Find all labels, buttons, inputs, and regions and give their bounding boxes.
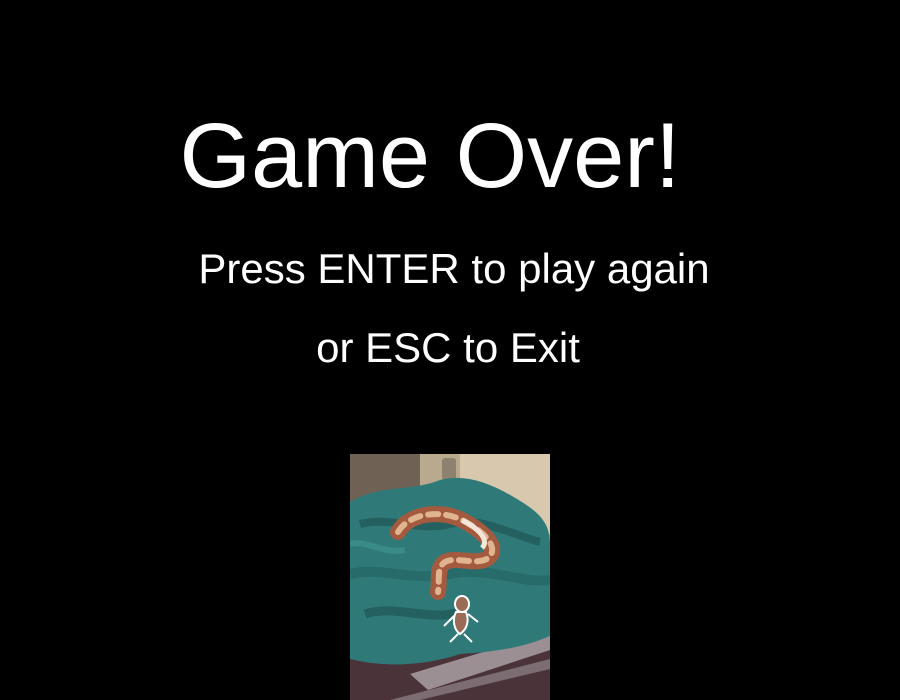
snake-on-towel-illustration [350, 454, 550, 700]
exit-prompt: or ESC to Exit [316, 324, 580, 371]
snake-photo [350, 454, 550, 700]
play-again-prompt: Press ENTER to play again [198, 245, 710, 292]
game-over-title: Game Over! [179, 105, 681, 207]
game-over-screen: Game Over! Press ENTER to play again or … [0, 0, 900, 700]
